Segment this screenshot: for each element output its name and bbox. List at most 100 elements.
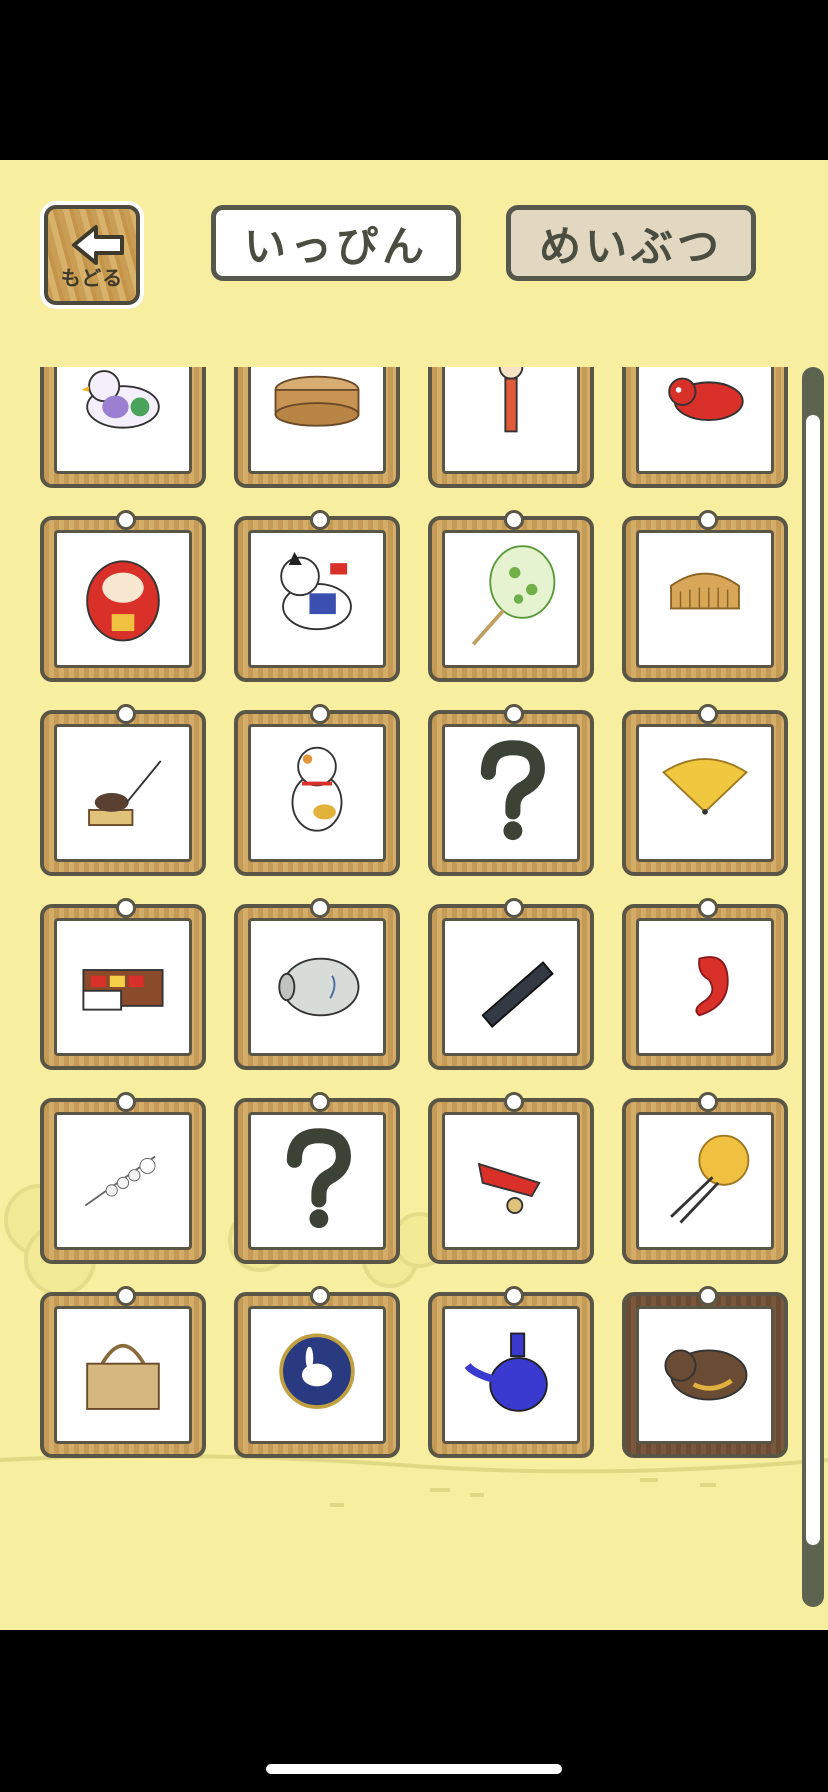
item-card[interactable] — [622, 367, 788, 488]
card-hook — [504, 1092, 524, 1112]
item-card-face — [442, 367, 580, 474]
unknown-item-icon — [480, 740, 545, 841]
card-hook — [698, 510, 718, 530]
item-card[interactable] — [234, 704, 400, 876]
card-hook — [504, 510, 524, 530]
koi-pull-toy-icon — [477, 1162, 541, 1214]
item-card-face — [442, 530, 580, 668]
back-arrow-icon — [72, 225, 124, 265]
item-card[interactable] — [428, 367, 594, 488]
card-hook — [310, 1092, 330, 1112]
uchiwa-fan-icon — [471, 545, 556, 646]
item-card[interactable] — [234, 510, 400, 682]
wooden-comb-icon — [670, 572, 740, 610]
mouse-trap-toy-icon — [88, 760, 162, 826]
sweets-box-icon — [82, 969, 164, 1011]
item-card-face — [248, 724, 386, 862]
item-card-face — [54, 1306, 192, 1444]
item-card-face — [54, 530, 192, 668]
hair-ornament-kanzashi-icon — [84, 1155, 156, 1207]
tab-ippin[interactable]: いっぴん — [211, 205, 461, 281]
item-card-face — [636, 530, 774, 668]
item-card[interactable] — [428, 1092, 594, 1264]
card-hook — [504, 898, 524, 918]
card-hook — [310, 704, 330, 724]
akabeko-cow-icon — [668, 377, 744, 422]
item-card[interactable] — [40, 510, 206, 682]
item-card[interactable] — [622, 1092, 788, 1264]
card-hook — [116, 510, 136, 530]
card-hook — [698, 704, 718, 724]
folding-fan-icon — [661, 758, 749, 815]
rabbit-plate-icon — [279, 1333, 355, 1409]
daruma-icon — [86, 560, 160, 642]
dove-whistle-icon — [81, 370, 160, 429]
item-card-face — [636, 1112, 774, 1250]
woven-basket-bag-icon — [86, 1344, 160, 1410]
scrollbar[interactable] — [802, 367, 824, 1607]
card-hook — [116, 898, 136, 918]
item-card[interactable] — [622, 898, 788, 1070]
card-hook — [698, 1286, 718, 1306]
item-card[interactable] — [622, 510, 788, 682]
item-card-face — [636, 1306, 774, 1444]
carved-bear-icon — [664, 1349, 748, 1401]
tab-meibutsu[interactable]: めいぶつ — [506, 205, 756, 281]
item-card-face — [248, 367, 386, 474]
item-card-face — [54, 1112, 192, 1250]
scrollbar-thumb[interactable] — [806, 415, 820, 1545]
inu-hariko-dog-icon — [280, 551, 352, 631]
item-card[interactable] — [234, 898, 400, 1070]
ink-stick-icon — [481, 961, 554, 1028]
item-card-face — [248, 918, 386, 1056]
maneki-neko-icon — [291, 746, 343, 832]
item-grid — [0, 367, 800, 1465]
item-card[interactable] — [40, 704, 206, 876]
item-card[interactable] — [234, 1286, 400, 1458]
item-card[interactable] — [234, 1092, 400, 1264]
item-card-face — [54, 918, 192, 1056]
card-hook — [116, 1092, 136, 1112]
item-card[interactable] — [40, 367, 206, 488]
item-card-face — [248, 1112, 386, 1250]
item-card-face — [248, 530, 386, 668]
item-card[interactable] — [40, 1092, 206, 1264]
collection-screen: もどる いっぴん めいぶつ — [0, 160, 828, 1630]
card-hook — [698, 898, 718, 918]
item-card-face — [442, 724, 580, 862]
card-hook — [116, 1286, 136, 1306]
item-card[interactable] — [622, 704, 788, 876]
unknown-item-icon — [286, 1128, 351, 1229]
item-card-face — [442, 1112, 580, 1250]
item-card-face — [442, 1306, 580, 1444]
item-card[interactable] — [40, 1286, 206, 1458]
back-button[interactable]: もどる — [40, 201, 144, 309]
item-card[interactable] — [40, 898, 206, 1070]
item-card[interactable] — [428, 510, 594, 682]
item-card-face — [442, 918, 580, 1056]
blue-sake-bottle-icon — [464, 1332, 548, 1412]
item-card-face — [636, 724, 774, 862]
item-card-face — [248, 1306, 386, 1444]
item-card[interactable] — [428, 1286, 594, 1458]
item-card-face — [54, 367, 192, 474]
back-label: もどる — [60, 266, 124, 290]
item-card-face — [54, 724, 192, 862]
item-card[interactable] — [428, 704, 594, 876]
bento-box-icon — [274, 375, 360, 427]
item-card-face — [636, 367, 774, 474]
card-hook — [310, 1286, 330, 1306]
item-card-face — [636, 918, 774, 1056]
home-indicator[interactable] — [266, 1764, 562, 1774]
hair-pin-icon — [670, 1134, 750, 1224]
card-hook — [310, 510, 330, 530]
item-card[interactable] — [428, 898, 594, 1070]
card-hook — [310, 898, 330, 918]
item-card[interactable] — [234, 367, 400, 488]
kokeshi-doll-icon — [498, 367, 524, 433]
item-card[interactable] — [622, 1286, 788, 1458]
card-hook — [116, 704, 136, 724]
card-hook — [504, 704, 524, 724]
red-bean-magatama-icon — [695, 956, 729, 1017]
card-hook — [698, 1092, 718, 1112]
